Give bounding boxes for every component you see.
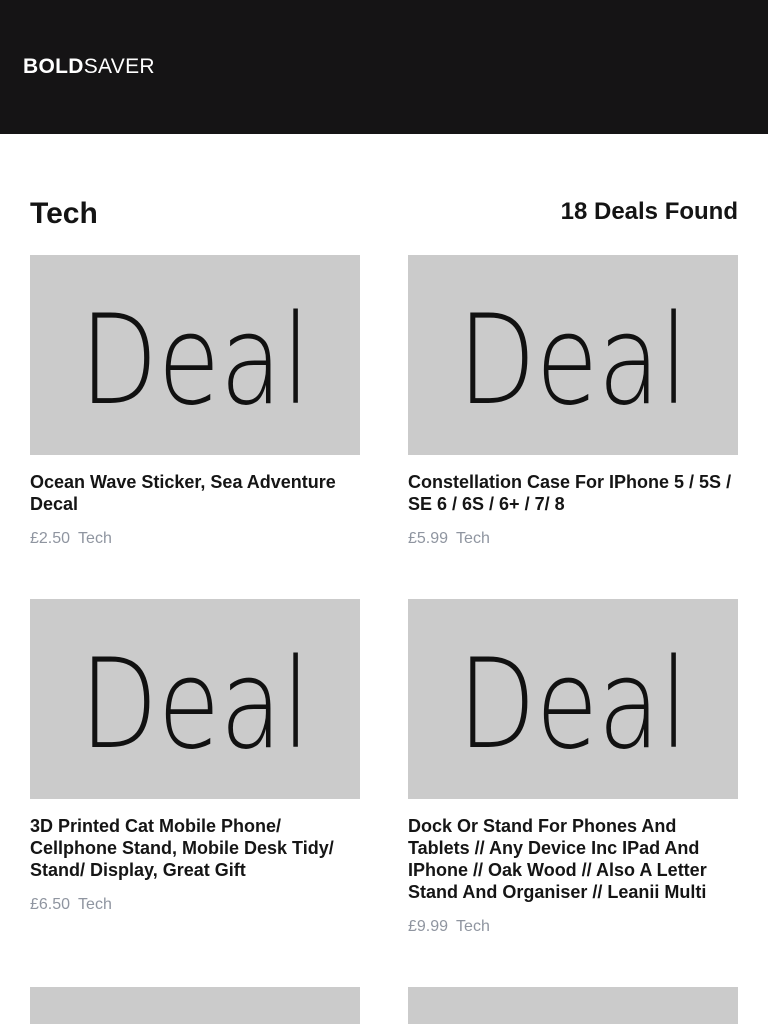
deal-card[interactable]: Deal Dock Or Stand For Phones And Tablet… bbox=[408, 599, 738, 937]
deal-placeholder-text: Deal bbox=[458, 289, 688, 433]
deal-meta: £9.99 Tech bbox=[408, 917, 738, 937]
deal-card[interactable]: Deal 3D Printed Cat Mobile Phone/ Cellph… bbox=[30, 599, 360, 915]
deal-card[interactable]: Deal Constellation Case For IPhone 5 / 5… bbox=[408, 255, 738, 549]
deal-image[interactable]: Deal bbox=[30, 599, 360, 799]
deal-meta: £5.99 Tech bbox=[408, 529, 738, 549]
deal-count: 18 Deals Found bbox=[560, 198, 738, 225]
deal-card[interactable] bbox=[30, 987, 360, 1024]
deal-category: Tech bbox=[456, 530, 490, 547]
deal-price: £2.50 bbox=[30, 530, 71, 547]
deal-title[interactable]: Dock Or Stand For Phones And Tablets // … bbox=[408, 815, 738, 903]
page-title: Tech bbox=[30, 197, 98, 230]
deal-placeholder-text: Deal bbox=[80, 633, 310, 777]
site-header: BOLDSAVER bbox=[0, 0, 768, 134]
deal-title[interactable]: 3D Printed Cat Mobile Phone/ Cellphone S… bbox=[30, 815, 360, 881]
logo-light-text: SAVER bbox=[83, 55, 155, 78]
deal-card[interactable]: Deal Ocean Wave Sticker, Sea Adventure D… bbox=[30, 255, 360, 549]
deal-card[interactable] bbox=[408, 987, 738, 1024]
deal-placeholder-text: Deal bbox=[80, 289, 310, 433]
deal-price: £9.99 bbox=[408, 918, 449, 935]
deal-meta: £6.50 Tech bbox=[30, 895, 360, 915]
deal-category: Tech bbox=[456, 918, 490, 935]
deal-meta: £2.50 Tech bbox=[30, 529, 360, 549]
deal-title[interactable]: Constellation Case For IPhone 5 / 5S / S… bbox=[408, 471, 738, 515]
deal-category: Tech bbox=[78, 530, 112, 547]
logo-bold-text: BOLD bbox=[23, 55, 84, 78]
deal-image[interactable]: Deal bbox=[408, 255, 738, 455]
deal-title[interactable]: Ocean Wave Sticker, Sea Adventure Decal bbox=[30, 471, 360, 515]
deal-price: £5.99 bbox=[408, 530, 449, 547]
site-logo[interactable]: BOLDSAVER bbox=[23, 55, 155, 79]
deal-category: Tech bbox=[78, 896, 112, 913]
deal-placeholder-text: Deal bbox=[458, 633, 688, 777]
deal-image[interactable] bbox=[30, 987, 360, 1024]
deal-image[interactable]: Deal bbox=[408, 599, 738, 799]
deal-price: £6.50 bbox=[30, 896, 71, 913]
deal-image[interactable] bbox=[408, 987, 738, 1024]
deal-image[interactable]: Deal bbox=[30, 255, 360, 455]
